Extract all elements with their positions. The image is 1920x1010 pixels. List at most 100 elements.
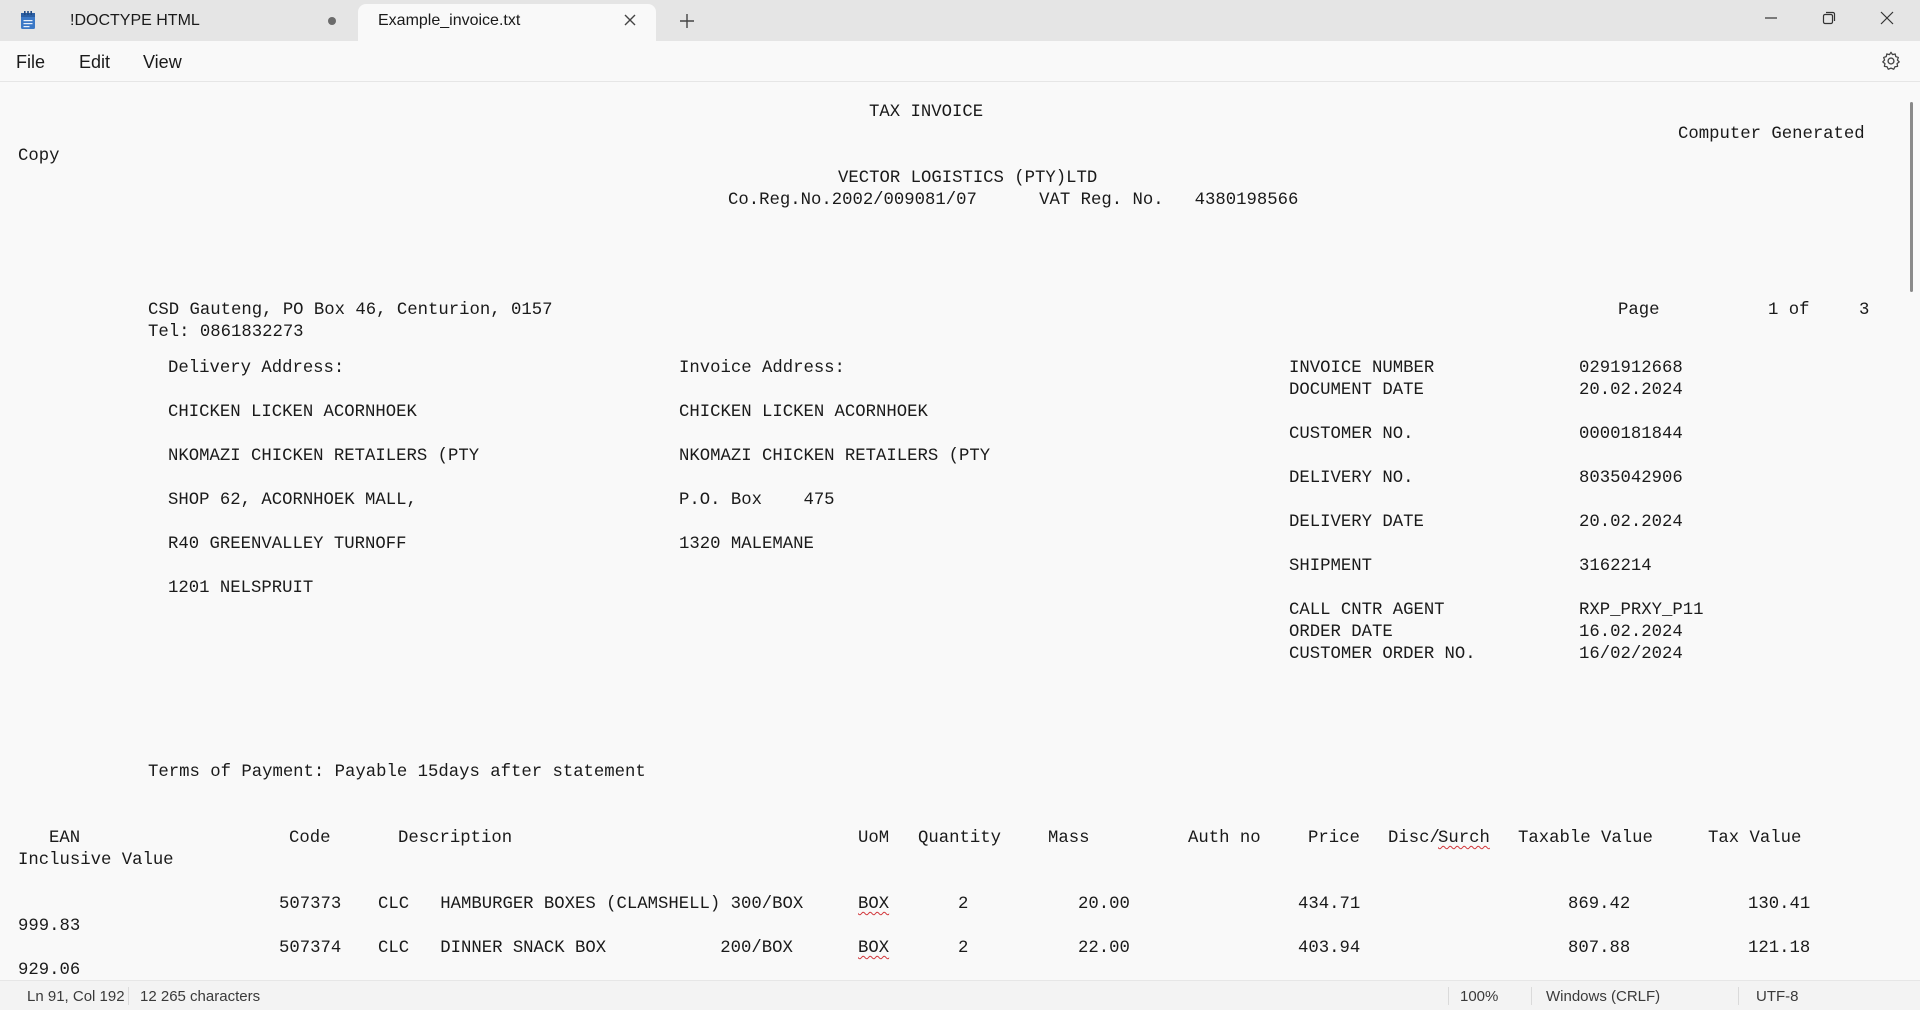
minimize-button[interactable] bbox=[1742, 0, 1800, 36]
page-total: 3 bbox=[1859, 301, 1870, 320]
item-price: 403.94 bbox=[1298, 939, 1361, 958]
menu-bar: File Edit View bbox=[0, 41, 1920, 82]
new-tab-icon[interactable] bbox=[676, 10, 698, 32]
menu-view[interactable]: View bbox=[143, 52, 182, 73]
vertical-scrollbar[interactable] bbox=[1906, 82, 1920, 980]
detail-value: 0291912668 bbox=[1579, 359, 1683, 378]
delivery-line: NKOMAZI CHICKEN RETAILERS (PTY bbox=[168, 447, 480, 466]
header-tax-value: Tax Value bbox=[1708, 829, 1802, 848]
item-taxable: 869.42 bbox=[1568, 895, 1631, 914]
header-disc: Disc/ bbox=[1388, 829, 1440, 848]
text-editor[interactable]: TAX INVOICE Computer Generated Copy VECT… bbox=[0, 82, 1906, 980]
invoice-line: P.O. Box 475 bbox=[679, 491, 835, 510]
item-quantity: 2 bbox=[958, 939, 969, 958]
restore-icon bbox=[1822, 11, 1836, 25]
item-description: CLC HAMBURGER BOXES (CLAMSHELL) 300/BOX bbox=[378, 895, 804, 914]
item-quantity: 2 bbox=[958, 895, 969, 914]
header-surch: Surch bbox=[1438, 829, 1490, 848]
tab-label: !DOCTYPE HTML bbox=[70, 12, 200, 29]
line-ending[interactable]: Windows (CRLF) bbox=[1546, 988, 1660, 1005]
delivery-line: R40 GREENVALLEY TURNOFF bbox=[168, 535, 407, 554]
invoice-address-label: Invoice Address: bbox=[679, 359, 845, 378]
tab-doctype-html[interactable]: !DOCTYPE HTML bbox=[50, 0, 355, 41]
copy-text: Copy bbox=[18, 147, 60, 166]
detail-label: DOCUMENT DATE bbox=[1289, 381, 1424, 400]
header-auth-no: Auth no bbox=[1188, 829, 1261, 848]
detail-label: CALL CNTR AGENT bbox=[1289, 601, 1445, 620]
item-inclusive: 929.06 bbox=[18, 961, 81, 980]
item-mass: 20.00 bbox=[1078, 895, 1130, 914]
close-window-button[interactable] bbox=[1858, 0, 1916, 36]
status-divider bbox=[128, 987, 129, 1005]
character-count: 12 265 characters bbox=[140, 988, 261, 1005]
detail-value: 16/02/2024 bbox=[1579, 645, 1683, 664]
header-code: Code bbox=[289, 829, 331, 848]
detail-value: 0000181844 bbox=[1579, 425, 1683, 444]
tab-example-invoice[interactable]: Example_invoice.txt bbox=[358, 4, 656, 41]
page-label: Page bbox=[1618, 301, 1660, 320]
header-price: Price bbox=[1308, 829, 1360, 848]
restore-button[interactable] bbox=[1800, 0, 1858, 36]
item-description: CLC DINNER SNACK BOX 200/BOX bbox=[378, 939, 793, 958]
item-tax: 130.41 bbox=[1748, 895, 1811, 914]
detail-label: CUSTOMER ORDER NO. bbox=[1289, 645, 1476, 664]
minimize-icon bbox=[1765, 17, 1777, 19]
item-code: 507374 bbox=[279, 939, 342, 958]
header-mass: Mass bbox=[1048, 829, 1090, 848]
sender-address: CSD Gauteng, PO Box 46, Centurion, 0157 bbox=[148, 301, 553, 320]
invoice-title: TAX INVOICE bbox=[869, 103, 984, 122]
detail-label: SHIPMENT bbox=[1289, 557, 1372, 576]
detail-label: ORDER DATE bbox=[1289, 623, 1393, 642]
item-mass: 22.00 bbox=[1078, 939, 1130, 958]
registration-line: Co.Reg.No.2002/009081/07 VAT Reg. No. 43… bbox=[728, 191, 1299, 210]
computer-generated-text: Computer Generated bbox=[1678, 125, 1865, 144]
close-icon bbox=[1880, 11, 1894, 25]
detail-value: 20.02.2024 bbox=[1579, 513, 1683, 532]
item-inclusive: 999.83 bbox=[18, 917, 81, 936]
status-divider bbox=[1531, 987, 1532, 1005]
detail-value: 16.02.2024 bbox=[1579, 623, 1683, 642]
close-tab-icon[interactable] bbox=[620, 10, 640, 30]
item-taxable: 807.88 bbox=[1568, 939, 1631, 958]
gear-icon[interactable] bbox=[1880, 50, 1902, 72]
delivery-address-label: Delivery Address: bbox=[168, 359, 345, 378]
item-tax: 121.18 bbox=[1748, 939, 1811, 958]
header-inclusive-value: Inclusive Value bbox=[18, 851, 174, 870]
tab-label: Example_invoice.txt bbox=[378, 12, 521, 29]
item-uom: BOX bbox=[858, 895, 890, 914]
cursor-position: Ln 91, Col 192 bbox=[27, 988, 125, 1005]
encoding[interactable]: UTF-8 bbox=[1756, 988, 1799, 1005]
status-divider bbox=[1448, 987, 1449, 1005]
page-current: 1 of bbox=[1768, 301, 1810, 320]
header-taxable-value: Taxable Value bbox=[1518, 829, 1653, 848]
delivery-line: 1201 NELSPRUIT bbox=[168, 579, 314, 598]
notepad-icon bbox=[21, 11, 35, 29]
unsaved-dot-icon bbox=[328, 17, 336, 25]
detail-value: 20.02.2024 bbox=[1579, 381, 1683, 400]
header-ean: EAN bbox=[49, 829, 81, 848]
header-quantity: Quantity bbox=[918, 829, 1001, 848]
menu-edit[interactable]: Edit bbox=[79, 52, 110, 73]
invoice-line: 1320 MALEMANE bbox=[679, 535, 814, 554]
detail-value: RXP_PRXY_P11 bbox=[1579, 601, 1704, 620]
detail-value: 3162214 bbox=[1579, 557, 1652, 576]
zoom-level[interactable]: 100% bbox=[1460, 988, 1498, 1005]
header-uom: UoM bbox=[858, 829, 890, 848]
item-code: 507373 bbox=[279, 895, 342, 914]
detail-label: CUSTOMER NO. bbox=[1289, 425, 1414, 444]
title-bar: !DOCTYPE HTML Example_invoice.txt bbox=[0, 0, 1920, 41]
detail-label: INVOICE NUMBER bbox=[1289, 359, 1435, 378]
company-name: VECTOR LOGISTICS (PTY)LTD bbox=[838, 169, 1098, 188]
scrollbar-thumb[interactable] bbox=[1910, 102, 1913, 292]
delivery-line: CHICKEN LICKEN ACORNHOEK bbox=[168, 403, 417, 422]
menu-file[interactable]: File bbox=[16, 52, 45, 73]
detail-value: 8035042906 bbox=[1579, 469, 1683, 488]
delivery-line: SHOP 62, ACORNHOEK MALL, bbox=[168, 491, 417, 510]
sender-tel: Tel: 0861832273 bbox=[148, 323, 304, 342]
status-divider bbox=[1738, 987, 1739, 1005]
detail-label: DELIVERY DATE bbox=[1289, 513, 1424, 532]
header-description: Description bbox=[398, 829, 513, 848]
detail-label: DELIVERY NO. bbox=[1289, 469, 1414, 488]
item-uom: BOX bbox=[858, 939, 890, 958]
item-price: 434.71 bbox=[1298, 895, 1361, 914]
